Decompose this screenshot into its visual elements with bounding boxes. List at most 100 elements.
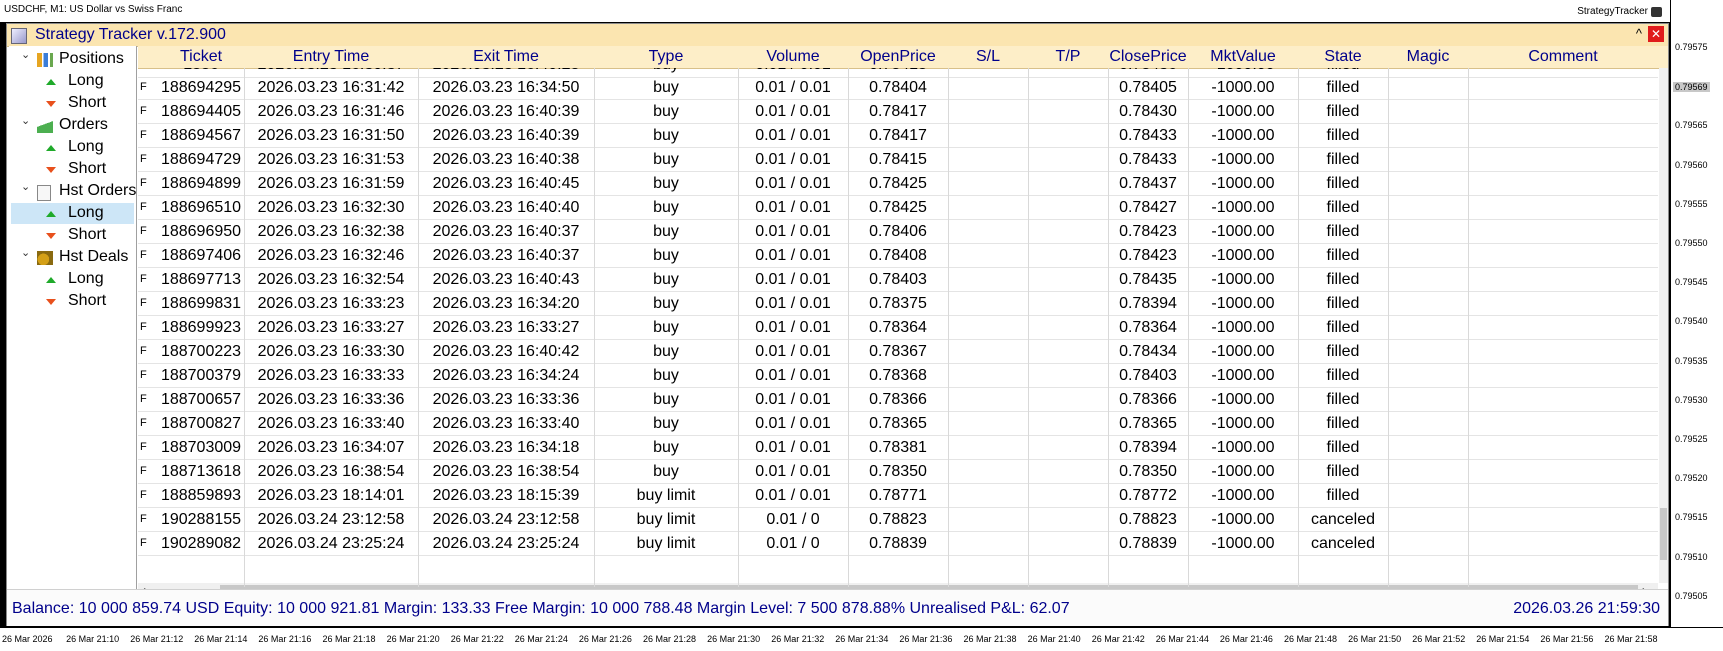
column-header-magic[interactable]: Magic [1388,48,1468,66]
cell-volume: 0.01 / 0 [766,535,820,552]
table-row[interactable]: F 190289082 2026.03.24 23:25:24 2026.03.24 … [138,533,1658,556]
time-tick: 26 Mar 21:12 [130,634,184,644]
expand-chevron-icon[interactable]: ⌄ [21,246,30,259]
cell-state: filled [1326,319,1360,336]
column-header-comment[interactable]: Comment [1468,48,1658,66]
close-button[interactable]: ✕ [1648,26,1664,42]
cell-entrytime: 2026.03.24 23:12:58 [257,511,405,528]
time-axis[interactable]: 26 Mar 2026 26 Mar 21:10 26 Mar 21:12 26 Ma… [0,627,1723,651]
collapse-icon[interactable]: ^ [1636,26,1642,41]
table-row[interactable]: F 188694567 2026.03.23 16:31:50 2026.03.23 … [138,125,1658,148]
cell-type: buy [653,415,679,432]
vertical-scroll-thumb[interactable] [1660,508,1667,560]
column-header-entrytime[interactable]: Entry Time [244,48,418,66]
tree-item-positions[interactable]: Positions [59,50,124,68]
table-row[interactable]: F 188700827 2026.03.23 16:33:40 2026.03.23 … [138,413,1658,436]
cell-mktvalue: -1000.00 [1211,319,1275,336]
price-axis[interactable]: 0.795750.795700.795650.795600.795550.795… [1670,0,1723,627]
table-row[interactable]: F 190288155 2026.03.24 23:12:58 2026.03.24 … [138,509,1658,532]
column-divider [1188,68,1189,587]
table-row[interactable]: F 188859893 2026.03.23 18:14:01 2026.03.23 … [138,485,1658,508]
column-header-closeprice[interactable]: ClosePrice [1108,48,1188,66]
table-row[interactable]: F 188696950 2026.03.23 16:32:38 2026.03.23 … [138,221,1658,244]
cell-closeprice: 0.78435 [1119,271,1177,288]
title-bar: Strategy Tracker v.172.900 ^ ✕ [7,24,1668,47]
column-header-sl[interactable]: S/L [948,48,1028,66]
tree-item-long[interactable]: Long [68,72,104,90]
time-tick: 26 Mar 21:24 [514,634,568,644]
tree-item-hst-deals[interactable]: Hst Deals [59,248,128,266]
cell-volume: 0.01 / 0.01 [755,439,831,456]
table-row[interactable]: F 188696510 2026.03.23 16:32:30 2026.03.23 … [138,197,1658,220]
cell-ticket: 188696510 [160,199,242,216]
row-marker: F [140,105,147,117]
column-header-tp[interactable]: T/P [1028,48,1108,66]
cell-volume: 0.01 / 0 [766,511,820,528]
tree-item-short[interactable]: Short [68,226,106,244]
table-row[interactable]: F 188694729 2026.03.23 16:31:53 2026.03.23 … [138,149,1658,172]
cell-ticket: 188696950 [160,223,242,240]
vertical-scrollbar[interactable] [1659,68,1668,583]
cell-entrytime: 2026.03.23 16:32:30 [257,199,405,216]
column-header-volume[interactable]: Volume [738,48,848,66]
cell-ticket: 188700379 [160,367,242,384]
cell-type: buy [653,367,679,384]
column-header-exittime[interactable]: Exit Time [418,48,594,66]
table-row[interactable]: F 188697713 2026.03.23 16:32:54 2026.03.23 … [138,269,1658,292]
table-row[interactable]: F 188700379 2026.03.23 16:33:33 2026.03.23 … [138,365,1658,388]
cell-entrytime: 2026.03.23 16:33:40 [257,415,405,432]
cell-volume: 0.01 / 0.01 [755,175,831,192]
cell-state: filled [1298,68,1388,74]
table-row[interactable]: F 188699923 2026.03.23 16:33:27 2026.03.23 … [138,317,1658,340]
table-row[interactable]: F 188694405 2026.03.23 16:31:46 2026.03.23 … [138,101,1658,124]
expand-chevron-icon[interactable]: ⌄ [21,114,30,127]
tree-item-short[interactable]: Short [68,292,106,310]
cell-entrytime: 2026.03.23 16:34:07 [257,439,405,456]
table-row[interactable]: F 188700223 2026.03.23 16:33:30 2026.03.23 … [138,341,1658,364]
table-row[interactable]: F 188713618 2026.03.23 16:38:54 2026.03.23 … [138,461,1658,484]
cell-state: filled [1326,247,1360,264]
row-marker: F [140,345,147,357]
cell-closeprice: 0.78772 [1119,487,1177,504]
cell-type: buy [653,127,679,144]
cell-state: filled [1326,271,1360,288]
tree-item-long[interactable]: Long [68,204,104,222]
cell-type: buy [653,175,679,192]
column-divider [848,68,849,587]
table-row[interactable]: F 188694295 2026.03.23 16:31:42 2026.03.23 … [138,77,1658,100]
table-row[interactable]: F 188694899 2026.03.23 16:31:59 2026.03.23 … [138,173,1658,196]
column-header-openprice[interactable]: OpenPrice [848,48,948,66]
cell-volume: 0.01 / 0.01 [755,415,831,432]
cell-entrytime: 2026.03.23 16:33:30 [257,343,405,360]
column-header-ticket[interactable]: Ticket [158,48,244,66]
column-header-type[interactable]: Type [594,48,738,66]
cell-volume: 0.01 / 0.01 [755,103,831,120]
cell-volume: 0.01 / 0.01 [755,487,831,504]
expand-chevron-icon[interactable]: ⌄ [21,48,30,61]
table-row[interactable]: F 188703009 2026.03.23 16:34:07 2026.03.23 … [138,437,1658,460]
table-row[interactable]: F 188700657 2026.03.23 16:33:36 2026.03.23 … [138,389,1658,412]
cell-state: filled [1326,103,1360,120]
tree-item-hst-orders[interactable]: Hst Orders [59,182,136,200]
tree-item-short[interactable]: Short [68,94,106,112]
tree-item-long[interactable]: Long [68,138,104,156]
cell-mktvalue: -1000.00 [1211,79,1275,96]
cell-entrytime: 2026.03.23 16:32:38 [257,223,405,240]
column-header-state[interactable]: State [1298,48,1388,66]
table-row[interactable]: F 188697406 2026.03.23 16:32:46 2026.03.23 … [138,245,1658,268]
cell-ticket: 188699923 [160,319,242,336]
table-row[interactable]: F 188699831 2026.03.23 16:33:23 2026.03.23 … [138,293,1658,316]
expand-chevron-icon[interactable]: ⌄ [21,180,30,193]
cell-mktvalue: -1000.00 [1211,439,1275,456]
cell-mktvalue: -1000.00 [1211,199,1275,216]
cell-openprice: 0.78425 [869,199,927,216]
cell-exittime: 2026.03.23 16:40:37 [432,247,580,264]
column-header-mktvalue[interactable]: MktValue [1188,48,1298,66]
tree-item-long[interactable]: Long [68,270,104,288]
navigation-tree: ⌄ Positions Long Short ⌄ Orders Long Short ⌄ Hst … [9,46,137,598]
tree-item-orders[interactable]: Orders [59,116,108,134]
chart-header: USDCHF, M1: US Dollar vs Swiss Franc Str… [0,0,1670,23]
tree-item-short[interactable]: Short [68,160,106,178]
row-marker: F [140,177,147,189]
cell-type: buy [653,103,679,120]
